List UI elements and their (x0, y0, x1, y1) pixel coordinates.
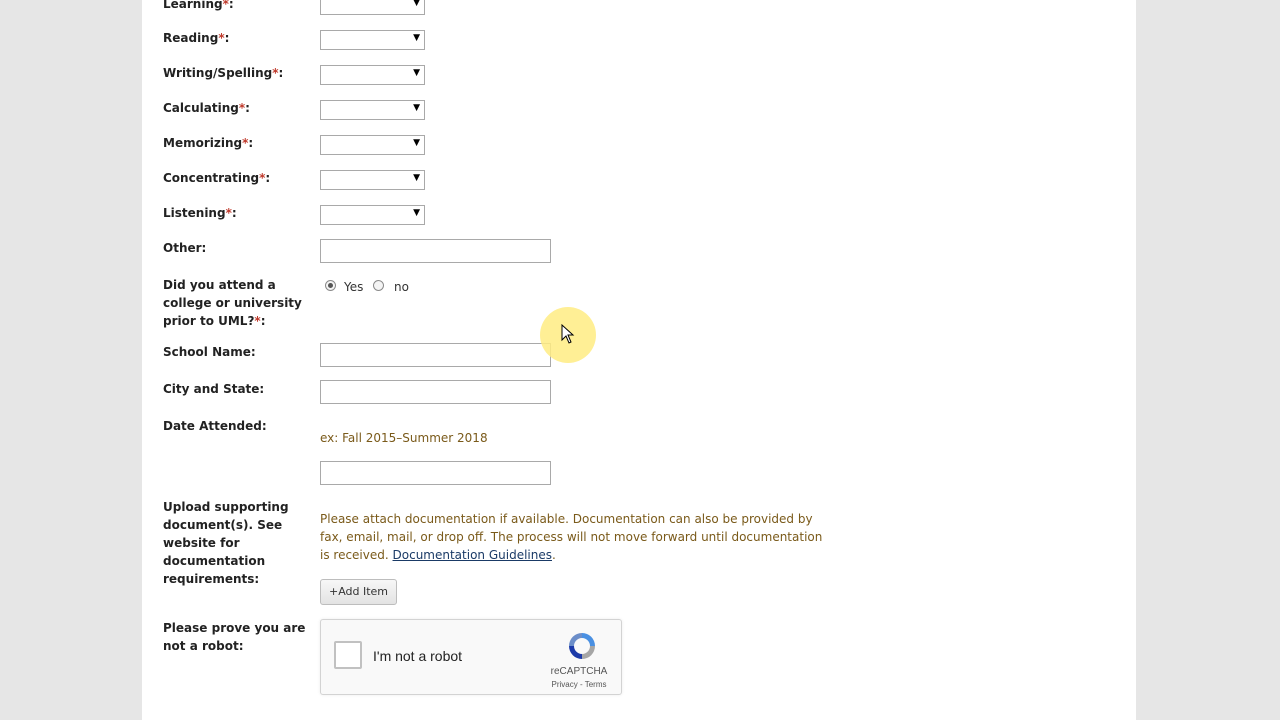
radio-yes[interactable] (325, 280, 336, 291)
dropdown-arrow-icon: ▼ (413, 103, 420, 113)
recaptcha-widget: I'm not a robot reCAPTCHA Privacy - Term… (320, 619, 622, 695)
captcha-checkbox[interactable] (334, 641, 362, 669)
radio-no-label[interactable]: no (394, 280, 409, 294)
other-input[interactable] (320, 239, 551, 263)
field-label-prior-college: Did you attend a college or university p… (163, 278, 302, 328)
field-label-date-attended: Date Attended: (163, 419, 267, 433)
field-label-school-name: School Name: (163, 345, 256, 359)
field-label-concentrating: Concentrating*: (163, 171, 271, 185)
dropdown-arrow-icon: ▼ (413, 138, 420, 148)
dropdown-arrow-icon: ▼ (413, 173, 420, 183)
field-label-learning: Learning*: (163, 0, 234, 11)
dropdown-arrow-icon: ▼ (413, 68, 420, 78)
documentation-guidelines-link[interactable]: Documentation Guidelines (393, 548, 552, 562)
date-attended-input[interactable] (320, 461, 551, 485)
plus-icon: + (328, 585, 339, 598)
field-label-city-state: City and State: (163, 382, 265, 396)
recaptcha-logo-icon (569, 633, 595, 659)
select-calculating[interactable]: ▼ (320, 100, 425, 120)
select-writing-spelling[interactable]: ▼ (320, 65, 425, 85)
field-label-writing-spelling: Writing/Spelling*: (163, 66, 284, 80)
radio-no[interactable] (373, 280, 384, 291)
field-label-robot: Please prove you are not a robot: (163, 621, 306, 653)
field-label-reading: Reading*: (163, 31, 230, 45)
captcha-checkbox-label[interactable]: I'm not a robot (373, 648, 462, 664)
select-learning[interactable]: ▼ (320, 0, 425, 15)
select-listening[interactable]: ▼ (320, 205, 425, 225)
field-label-listening: Listening*: (163, 206, 237, 220)
upload-help-text: Please attach documentation if available… (320, 512, 823, 562)
field-label-calculating: Calculating*: (163, 101, 250, 115)
field-label-memorizing: Memorizing*: (163, 136, 254, 150)
add-item-label: Add Item (338, 585, 389, 598)
field-label-other: Other: (163, 241, 207, 255)
school-name-input[interactable] (320, 343, 551, 367)
date-attended-hint: ex: Fall 2015–Summer 2018 (320, 431, 488, 445)
select-concentrating[interactable]: ▼ (320, 170, 425, 190)
dropdown-arrow-icon: ▼ (413, 208, 420, 218)
radio-yes-label[interactable]: Yes (344, 280, 363, 294)
captcha-links[interactable]: Privacy - Terms (549, 680, 609, 689)
field-label-upload: Upload supporting document(s). See websi… (163, 500, 289, 586)
captcha-brand: reCAPTCHA (550, 666, 608, 677)
dropdown-arrow-icon: ▼ (413, 33, 420, 43)
select-memorizing[interactable]: ▼ (320, 135, 425, 155)
add-item-button[interactable]: +Add Item (320, 579, 397, 605)
select-reading[interactable]: ▼ (320, 30, 425, 50)
mouse-cursor-icon (561, 324, 575, 344)
dropdown-arrow-icon: ▼ (413, 0, 420, 8)
city-state-input[interactable] (320, 380, 551, 404)
